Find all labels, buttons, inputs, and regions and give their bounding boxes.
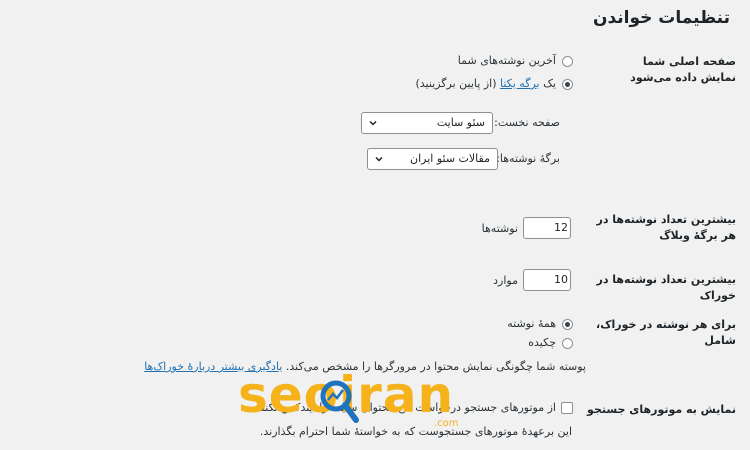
magnifier-icon (320, 380, 359, 423)
feed-items-label: بیشترین تعداد نوشته‌ها در خوراک (596, 273, 736, 302)
chevron-down-icon (369, 120, 377, 126)
seoiran-watermark-logo: seoiran .com (238, 368, 470, 438)
radio-latest-posts-label: آخرین نوشته‌های شما (457, 54, 556, 67)
reading-settings-page: تنظیمات خواندن صفحه اصلی شما نمایش داده … (0, 0, 750, 450)
radio-excerpt[interactable] (562, 338, 573, 349)
radio-static-page-label: یک برگه یکتا (از پایین برگزینید) (415, 77, 556, 91)
posts-page-label: برگهٔ نوشته‌ها: (496, 152, 560, 165)
homepage-label: صفحه اصلی شما نمایش داده می‌شود (630, 55, 736, 84)
watermark-suffix: .com (434, 418, 459, 429)
front-page-select[interactable]: سئو سایت (361, 112, 493, 134)
radio-full-text[interactable] (562, 319, 573, 330)
posts-page-select[interactable]: مقالات سئو ایران (367, 148, 498, 170)
blog-pages-label: بیشترین تعداد نوشته‌ها در هر برگهٔ وبلاگ (596, 213, 736, 242)
radio-static-page[interactable] (562, 79, 573, 90)
feed-items-unit: موارد (493, 274, 518, 287)
radio-excerpt-label: چکیده (528, 336, 556, 349)
chevron-down-icon (375, 156, 383, 162)
feed-content-label: برای هر نوشته در خوراک، شامل (596, 318, 736, 347)
static-page-link[interactable]: برگه یکتا (500, 77, 540, 90)
radio-latest-posts[interactable] (562, 56, 573, 67)
search-engine-label: نمایش به موتورهای جستجو (587, 403, 736, 416)
page-title: تنظیمات خواندن (592, 8, 730, 28)
posts-page-value: مقالات سئو ایران (410, 152, 490, 165)
front-page-label: صفحه نخست: (494, 116, 560, 129)
front-page-value: سئو سایت (436, 116, 485, 129)
feed-items-input[interactable]: 10 (523, 269, 571, 291)
radio-full-text-label: همهٔ نوشته (507, 317, 556, 330)
blog-pages-unit: نوشته‌ها (481, 222, 518, 235)
static-prefix-text: یک (543, 77, 556, 90)
static-suffix-text: (از پایین برگزینید) (415, 77, 497, 90)
blog-pages-input[interactable]: 12 (523, 217, 571, 239)
discourage-search-checkbox[interactable] (561, 402, 573, 414)
